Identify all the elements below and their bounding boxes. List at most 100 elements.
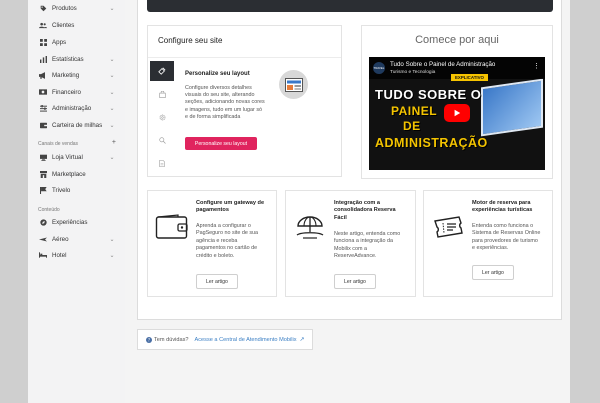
tab-shop[interactable]	[150, 84, 174, 104]
users-icon	[37, 22, 49, 29]
help-center-link[interactable]: Acesse a Central de Atendimento Mobilix ↗	[195, 336, 305, 343]
sidebar-item-produtos[interactable]: Produtos ⌄	[28, 0, 125, 16]
channel-logo: TRAVEL	[373, 62, 385, 74]
sidebar: Produtos ⌄ Clientes Apps Estatísticas ⌄ …	[28, 0, 126, 403]
sidebar-item-label: Marketplace	[52, 170, 86, 178]
play-icon	[454, 109, 461, 117]
start-here-title: Comece por aqui	[415, 34, 499, 46]
configure-site-title: Configure seu site	[158, 36, 223, 45]
chevron-down-icon: ⌄	[109, 252, 115, 259]
flag-icon	[37, 186, 49, 194]
read-article-button[interactable]: Ler artigo	[334, 274, 376, 289]
video-caption-line: DE	[403, 119, 421, 133]
tab-layout[interactable]	[150, 61, 174, 81]
wallet-icon	[37, 122, 49, 129]
info-card-title: Integração com a consolidadora Reserva Fác…	[334, 200, 396, 221]
beach-umbrella-icon	[293, 214, 327, 240]
tab-pages[interactable]	[150, 153, 174, 173]
chevron-down-icon: ⌄	[109, 89, 115, 96]
info-card-description: Aprenda a configurar o PagSeguro no site …	[196, 223, 259, 259]
sidebar-item-clientes[interactable]: Clientes	[28, 17, 125, 33]
chevron-down-icon: ⌄	[109, 72, 115, 79]
sidebar-item-label: Carteira de milhas	[52, 121, 103, 129]
sidebar-item-label: Financeiro	[52, 88, 81, 96]
video-player[interactable]: TRAVEL Tudo Sobre o Painel de Administra…	[369, 57, 545, 170]
sidebar-item-label: Loja Virtual	[52, 153, 83, 161]
right-gutter	[570, 0, 600, 403]
more-vert-icon[interactable]: ⋮	[533, 62, 540, 70]
tag-icon	[37, 5, 49, 12]
info-card-motor-reserva: Motor de reserva para experiências turíst…	[423, 190, 553, 297]
sidebar-item-financeiro[interactable]: Financeiro ⌄	[28, 84, 125, 100]
grid-icon	[37, 38, 49, 46]
search-icon	[158, 136, 166, 144]
help-question: ? Tem dúvidas?	[146, 336, 189, 343]
shop-icon	[37, 170, 49, 178]
ticket-icon	[431, 214, 465, 240]
sidebar-item-hotel[interactable]: Hotel ⌄	[28, 247, 125, 263]
tab-search[interactable]	[150, 130, 174, 150]
sidebar-item-marketing[interactable]: Marketing ⌄	[28, 67, 125, 83]
bar-chart-icon	[37, 55, 49, 63]
sidebar-item-label: Aéreo	[52, 235, 69, 243]
sidebar-item-carteira-de-milhas[interactable]: Carteira de milhas ⌄	[28, 117, 125, 133]
sales-section-label: Canais de vendas	[38, 141, 79, 147]
chevron-down-icon: ⌄	[109, 105, 115, 112]
video-thumbnail-laptop	[481, 78, 543, 137]
plane-icon	[37, 236, 49, 243]
read-article-button[interactable]: Ler artigo	[196, 274, 238, 289]
layout-illustration-icon	[279, 70, 308, 99]
sidebar-item-label: Administração	[52, 104, 92, 112]
top-banner	[147, 0, 553, 12]
video-caption-line: TUDO SOBRE O	[375, 87, 482, 102]
personalize-title: Personalize seu layout	[185, 71, 250, 77]
video-subtitle: Turismo e Tecnologia	[390, 70, 436, 75]
video-badge: EXPLICATIVO	[451, 74, 488, 81]
chevron-down-icon: ⌄	[109, 122, 115, 129]
info-card-title: Motor de reserva para experiências turíst…	[472, 200, 533, 214]
paint-brush-icon	[158, 67, 166, 75]
compass-icon	[37, 218, 49, 226]
content-section-label: Conteúdo	[38, 207, 60, 213]
add-channel-icon[interactable]: +	[112, 139, 116, 146]
info-card-reserva-facil: Integração com a consolidadora Reserva Fác…	[285, 190, 416, 297]
sidebar-item-administracao[interactable]: Administração ⌄	[28, 100, 125, 116]
sidebar-item-loja-virtual[interactable]: Loja Virtual ⌄	[28, 149, 125, 165]
play-button[interactable]	[444, 104, 470, 122]
sidebar-item-label: Trivelo	[52, 186, 71, 194]
configure-tabs	[150, 61, 174, 173]
sidebar-item-experiencias[interactable]: Experiências	[28, 214, 125, 230]
divider	[148, 57, 341, 58]
external-link-icon: ↗	[299, 337, 305, 343]
sidebar-item-label: Marketing	[52, 71, 80, 79]
sidebar-item-label: Clientes	[52, 21, 75, 29]
chevron-down-icon: ⌄	[109, 56, 115, 63]
video-caption-line: ADMINISTRAÇÃO	[375, 136, 488, 150]
chevron-down-icon: ⌄	[109, 5, 115, 12]
sidebar-item-label: Apps	[52, 38, 67, 46]
info-card-description: Neste artigo, entenda como funciona a int…	[334, 231, 401, 260]
video-title: Tudo Sobre o Painel de Administração	[390, 61, 496, 68]
megaphone-icon	[37, 71, 49, 79]
wallet-icon	[155, 214, 189, 240]
read-article-button[interactable]: Ler artigo	[472, 265, 514, 280]
tab-settings[interactable]	[150, 107, 174, 127]
info-card-title: Configure um gateway de pagamentos	[196, 200, 265, 214]
chevron-down-icon: ⌄	[109, 154, 115, 161]
sidebar-item-estatisticas[interactable]: Estatísticas ⌄	[28, 51, 125, 67]
sidebar-item-aereo[interactable]: Aéreo ⌄	[28, 231, 125, 247]
sidebar-item-apps[interactable]: Apps	[28, 34, 125, 50]
store-icon	[37, 154, 49, 161]
personalize-layout-button[interactable]: Personalize seu layout	[185, 137, 257, 150]
chevron-down-icon: ⌄	[109, 236, 115, 243]
sidebar-item-marketplace[interactable]: Marketplace	[28, 166, 125, 182]
info-card-description: Entenda como funciona o Sistema de Reserv…	[472, 223, 541, 252]
bag-icon	[158, 90, 166, 98]
sidebar-item-trivelo[interactable]: Trivelo	[28, 182, 125, 198]
money-icon	[37, 89, 49, 95]
configure-site-card: Configure seu site Personalize seu layou…	[147, 25, 342, 177]
svg-text:?: ?	[148, 337, 150, 342]
sidebar-item-label: Hotel	[52, 251, 67, 259]
personalize-description: Configure diversos detalhes visuais do s…	[185, 85, 265, 120]
video-caption-line: PAINEL	[391, 104, 438, 118]
